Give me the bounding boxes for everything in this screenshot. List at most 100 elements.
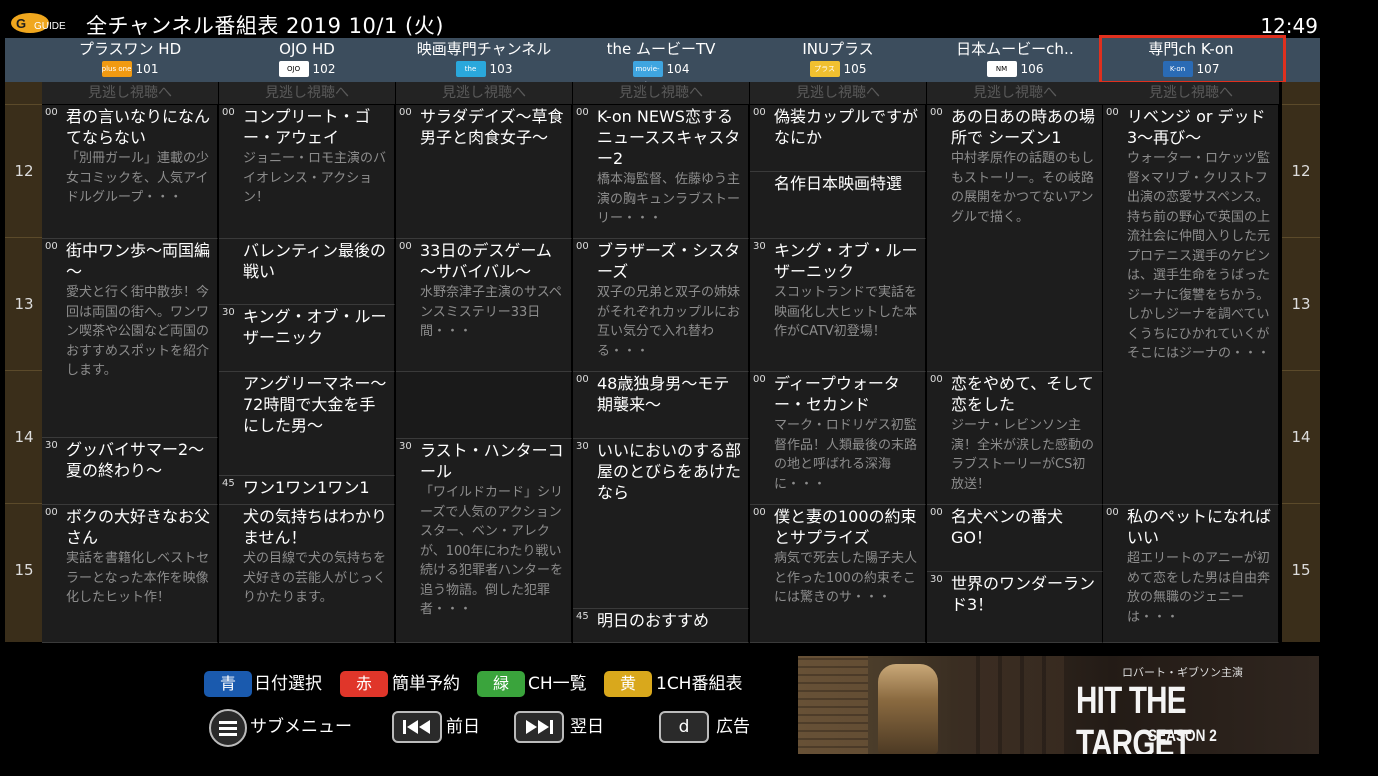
- hour-label: 13: [5, 237, 43, 370]
- channel-column-104: 見逃し視聴へ 00 K-on NEWS恋するニューススキャスター2 橋本海監督、佐藤ゆ…: [573, 82, 749, 643]
- program-cell[interactable]: 犬の気持ちはわかりません！ 犬の目線で犬の気持ちを犬好きの芸能人がじっくりかたりま…: [219, 505, 395, 643]
- missed-viewing-link[interactable]: 見逃し視聴へ: [750, 82, 926, 105]
- program-grid: 見逃し視聴へ 00 君の言いなりになんてならない 「別冊ガール」連載の少女コミックを、…: [42, 82, 1282, 643]
- missed-viewing-link[interactable]: 見逃し視聴へ: [1103, 82, 1279, 105]
- next-day-button[interactable]: [514, 711, 564, 743]
- red-key-button[interactable]: 赤: [340, 671, 388, 697]
- d-button[interactable]: d: [659, 711, 709, 743]
- program-cell[interactable]: 00 サラダデイズ～草食男子と肉食女子～: [396, 105, 572, 239]
- program-start-minute: 00: [399, 107, 412, 118]
- ad-background-building: [798, 656, 868, 754]
- program-cell[interactable]: 30 いいにおいのする部屋のとびらをあけたなら: [573, 439, 749, 609]
- program-start-minute: 45: [222, 478, 235, 489]
- program-cell[interactable]: アングリーマネー～72時間で大金を手にした男～: [219, 372, 395, 476]
- channel-header-104[interactable]: the ムービーTV movie-tv-icon104: [573, 38, 749, 89]
- skip-forward-icon: [526, 720, 553, 734]
- program-description: ジーナ・レビンソン主演！全米が涙した感動のラブストーリーがCS初放送！: [951, 418, 1095, 492]
- channel-header-106[interactable]: 日本ムービーch‥ NM 106: [927, 38, 1103, 82]
- missed-viewing-link[interactable]: 見逃し視聴へ: [42, 82, 218, 105]
- program-title: 世界のワンダーランド3！: [951, 574, 1096, 614]
- channel-header-103[interactable]: 映画専門チャンネル the MOVIE103: [396, 38, 572, 89]
- program-cell[interactable]: バレンティン最後の戦い: [219, 239, 395, 305]
- channel-logo-icon: movie-tv-icon: [632, 61, 663, 89]
- program-cell[interactable]: 00 ディープウォーター・セカンド マーク・ロドリゲス初監督作品！人類最後の末路の地…: [750, 372, 926, 505]
- program-cell[interactable]: 00 33日のデスゲーム～サバイバル～ 水野奈津子主演のサスペンスミステリー33日間…: [396, 239, 572, 372]
- program-cell[interactable]: 00 名犬ベンの番犬GO！: [927, 505, 1103, 572]
- channel-logo-icon: the MOVIE: [455, 61, 486, 89]
- channel-header-101[interactable]: プラスワン HD plus one 101: [42, 38, 218, 82]
- program-start-minute: 00: [930, 107, 943, 118]
- missed-viewing-link[interactable]: 見逃し視聴へ: [396, 82, 572, 105]
- program-cell[interactable]: 00 48歳独身男～モテ期襲来～: [573, 372, 749, 439]
- channel-logo-icon: プラス: [809, 61, 840, 77]
- program-title: 街中ワン歩～両国編～: [66, 241, 211, 281]
- channel-column-105: 見逃し視聴へ 00 偽装カップルですがなにか 名作日本映画特選 30 キング・オブ・ルーザ…: [750, 82, 926, 643]
- channel-header-102[interactable]: OJO HD OJO 102: [219, 38, 395, 82]
- program-cell[interactable]: 00 ブラザーズ・シスターズ 双子の兄弟と双子の姉妹がそれぞれカップルにお互い気分で…: [573, 239, 749, 372]
- program-start-minute: 00: [576, 241, 589, 252]
- program-cell[interactable]: 45 ワン1ワン1ワン1: [219, 476, 395, 505]
- program-cell[interactable]: 30 キング・オブ・ルーザーニック: [219, 305, 395, 372]
- prev-day-button[interactable]: [392, 711, 442, 743]
- missed-viewing-link[interactable]: 見逃し視聴へ: [573, 82, 749, 105]
- hour-label: 14: [5, 370, 43, 503]
- program-cell[interactable]: 00 僕と妻の100の約束とサプライズ 病気で死去した陽子夫人と作った100の約束そ…: [750, 505, 926, 643]
- program-cell[interactable]: 30 世界のワンダーランド3！: [927, 572, 1103, 643]
- program-title: 私のペットになればいい: [1127, 507, 1272, 547]
- program-title: ラスト・ハンターコール: [420, 441, 564, 481]
- blue-key-button[interactable]: 青: [204, 671, 252, 697]
- channel-header-105[interactable]: INUプラス プラス 105: [750, 38, 926, 82]
- program-cell[interactable]: 00 私のペットになればいい 超エリートのアニーが初めて恋をした男は自由奔放の無職の…: [1103, 505, 1279, 643]
- program-description: ジョニー・ロモ主演のバイオレンス・アクション！: [243, 151, 387, 205]
- program-title: ボクの大好きなお父さん: [66, 507, 211, 547]
- program-cell[interactable]: 00 リベンジ or デッド3～再び～ ウォーター・ロケッツ監督×マリブ・クリストフ…: [1103, 105, 1279, 505]
- ad-banner[interactable]: ロバート・ギブソン主演 HIT THE TARGET SEASON 2: [798, 656, 1319, 754]
- yellow-key-button[interactable]: 黄: [604, 671, 652, 697]
- hour-label: 12: [1282, 104, 1320, 237]
- program-cell[interactable]: 00 街中ワン歩～両国編～ 愛犬と行く街中散歩！今回は両国の街へ。ワンワン喫茶や公園…: [42, 239, 218, 438]
- channel-column-106: 見逃し視聴へ 00 あの日あの時あの場所で シーズン1 中村孝原作の話題のもしもストー…: [927, 82, 1103, 643]
- green-key-label: CH一覧: [528, 674, 587, 694]
- program-description: 「ワイルドカード」シリーズで人気のアクションスター、ベン・アレクが、100年にわ…: [420, 485, 564, 617]
- channel-number: 101: [135, 62, 159, 76]
- program-cell[interactable]: 30 ラスト・ハンターコール 「ワイルドカード」シリーズで人気のアクションスター、ベ…: [396, 439, 572, 643]
- svg-text:G: G: [16, 16, 26, 31]
- program-cell[interactable]: 00 君の言いなりになんてならない 「別冊ガール」連載の少女コミックを、人気アイドル…: [42, 105, 218, 239]
- missed-viewing-link[interactable]: 見逃し視聴へ: [927, 82, 1103, 105]
- red-key-label: 簡単予約: [392, 674, 460, 694]
- channel-name: 日本ムービーch‥: [956, 40, 1074, 58]
- program-title: 君の言いなりになんてならない: [66, 107, 211, 147]
- program-cell[interactable]: 30 キング・オブ・ルーザーニック スコットランドで実話を映画化し大ヒットした本作が…: [750, 239, 926, 372]
- channel-name: OJO HD: [279, 40, 335, 58]
- program-title: コンプリート・ゴー・アウェイ: [243, 107, 371, 147]
- program-title: 偽装カップルですがなにか: [774, 107, 919, 147]
- program-cell[interactable]: 00 ボクの大好きなお父さん 実話を書籍化しベストセラーとなった本作を映像化したヒッ…: [42, 505, 218, 643]
- program-start-minute: 00: [399, 241, 412, 252]
- program-cell[interactable]: 00 恋をやめて、そして恋をした ジーナ・レビンソン主演！全米が涙した感動のラブスト…: [927, 372, 1103, 505]
- program-start-minute: 00: [222, 107, 235, 118]
- program-start-minute: 00: [1106, 507, 1119, 518]
- hour-label: 14: [1282, 370, 1320, 503]
- program-title: あの日あの時あの場所で シーズン1: [951, 107, 1096, 147]
- prev-day-label: 前日: [446, 717, 480, 737]
- program-cell[interactable]: 00 偽装カップルですがなにか: [750, 105, 926, 172]
- hour-label: 12: [5, 104, 43, 237]
- program-title: 33日のデスゲーム～サバイバル～: [420, 241, 552, 281]
- green-key-button[interactable]: 緑: [477, 671, 525, 697]
- program-cell[interactable]: 00 コンプリート・ゴー・アウェイ ジョニー・ロモ主演のバイオレンス・アクション！: [219, 105, 395, 239]
- program-start-minute: 00: [45, 507, 58, 518]
- program-cell[interactable]: 00 K-on NEWS恋するニューススキャスター2 橋本海監督、佐藤ゆう主演の胸キ…: [573, 105, 749, 239]
- program-title: リベンジ or デッド3～再び～: [1127, 107, 1266, 147]
- program-title: 恋をやめて、そして恋をした: [951, 374, 1094, 414]
- submenu-button[interactable]: [209, 709, 247, 747]
- program-cell[interactable]: 00 あの日あの時あの場所で シーズン1 中村孝原作の話題のもしもストーリー。その岐…: [927, 105, 1103, 372]
- program-cell[interactable]: 45 明日のおすすめ: [573, 609, 749, 643]
- program-cell[interactable]: 名作日本映画特選: [750, 172, 926, 239]
- program-description: 病気で死去した陽子夫人と作った100の約束そこには驚きのサ・・・: [774, 551, 918, 605]
- missed-viewing-link[interactable]: 見逃し視聴へ: [219, 82, 395, 105]
- program-cell[interactable]: [396, 372, 572, 439]
- program-title: K-on NEWS恋するニューススキャスター2: [597, 107, 741, 168]
- program-start-minute: 30: [222, 307, 235, 318]
- blue-key-label: 日付選択: [254, 674, 322, 694]
- program-cell[interactable]: 30 グッバイサマー2～夏の終わり～: [42, 438, 218, 505]
